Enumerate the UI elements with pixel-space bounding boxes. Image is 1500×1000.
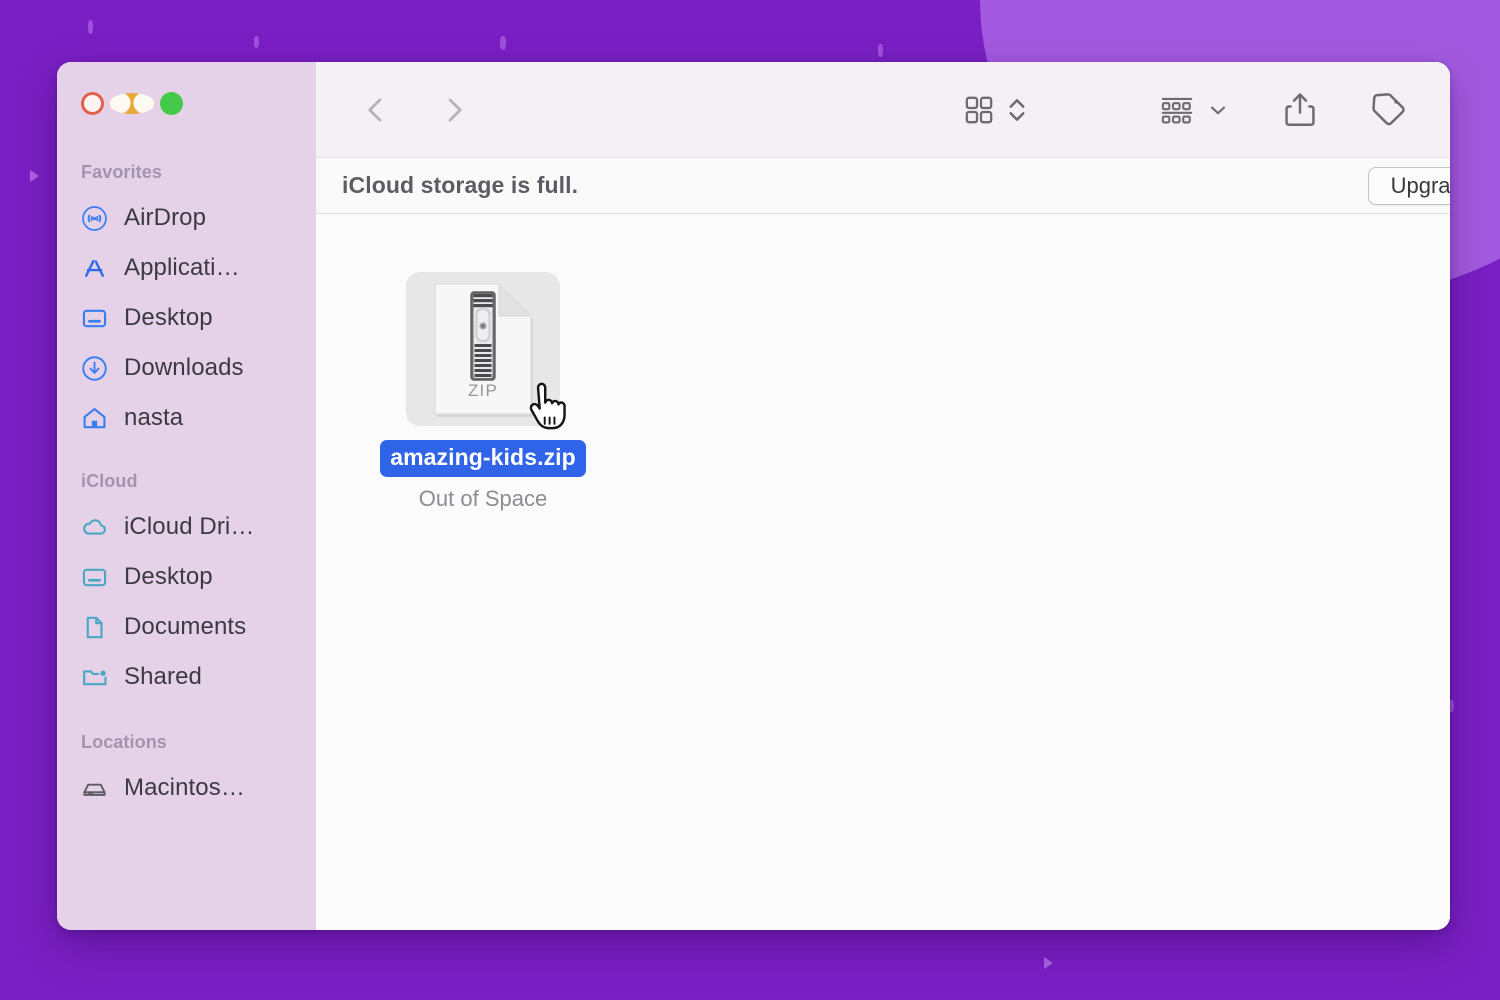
background-dot xyxy=(88,20,93,34)
background-dot xyxy=(500,36,506,50)
sidebar-item-icloud-documents[interactable]: Documents xyxy=(57,602,316,652)
sidebar-item-label: Macintos… xyxy=(124,774,245,801)
shared-folder-icon xyxy=(81,664,108,691)
home-icon xyxy=(81,405,108,432)
finder-window: Favorites AirDrop Applicati… Desktop Dow… xyxy=(57,62,1450,930)
icon-view-icon[interactable] xyxy=(962,93,996,127)
view-controls[interactable] xyxy=(962,93,1028,127)
desktop-icon xyxy=(81,564,108,591)
sidebar-item-label: AirDrop xyxy=(124,204,207,231)
sidebar-item-shared[interactable]: Shared xyxy=(57,652,316,702)
sidebar-item-label: Desktop xyxy=(124,563,213,590)
close-button[interactable] xyxy=(81,92,104,115)
zip-file-icon[interactable]: ZIP xyxy=(406,272,560,426)
sidebar-item-downloads[interactable]: Downloads xyxy=(57,343,316,393)
banner-message: iCloud storage is full. xyxy=(342,172,579,198)
sidebar-item-desktop[interactable]: Desktop xyxy=(57,293,316,343)
sidebar-item-label: Applicati… xyxy=(124,254,240,281)
background-triangle xyxy=(30,170,39,182)
group-by-icon[interactable] xyxy=(1158,93,1196,127)
applications-icon xyxy=(81,255,108,282)
upgrade-button[interactable]: Upgrade xyxy=(1367,166,1450,205)
sidebar-item-label: nasta xyxy=(124,404,184,431)
background-triangle xyxy=(1044,957,1053,969)
group-controls[interactable] xyxy=(1158,93,1230,127)
sidebar-item-label: Shared xyxy=(124,663,202,690)
maximize-button[interactable] xyxy=(160,92,183,115)
hard-drive-icon xyxy=(81,775,108,802)
sort-chevrons-icon[interactable] xyxy=(1006,93,1028,127)
icloud-storage-banner: iCloud storage is full. Upgrade xyxy=(316,158,1450,214)
sidebar-item-label: Desktop xyxy=(124,304,213,331)
sidebar-item-icloud-drive[interactable]: iCloud Dri… xyxy=(57,502,316,552)
background-dot xyxy=(254,36,259,48)
toolbar xyxy=(316,62,1450,158)
sidebar-item-label: Documents xyxy=(124,613,247,640)
downloads-icon xyxy=(81,355,108,382)
file-item[interactable]: ZIP amazing-kids.zip Out of Space xyxy=(380,272,586,512)
content-pane: iCloud storage is full. Upgrade xyxy=(316,62,1450,930)
file-status-label: Out of Space xyxy=(418,486,548,511)
sidebar-section-locations-title: Locations xyxy=(81,732,167,752)
document-icon xyxy=(81,614,108,641)
zip-badge-text: ZIP xyxy=(468,381,498,400)
sidebar-item-airdrop[interactable]: AirDrop xyxy=(57,193,316,243)
file-name-label[interactable]: amazing-kids.zip xyxy=(380,440,586,477)
sidebar-item-label: iCloud Dri… xyxy=(124,513,255,540)
cloud-icon xyxy=(81,514,108,541)
sidebar-item-label: Downloads xyxy=(124,354,244,381)
minimize-button[interactable] xyxy=(109,93,155,114)
sidebar: Favorites AirDrop Applicati… Desktop Dow… xyxy=(57,62,316,930)
sidebar-item-icloud-desktop[interactable]: Desktop xyxy=(57,552,316,602)
background-dot xyxy=(878,44,883,57)
sidebar-item-applications[interactable]: Applicati… xyxy=(57,243,316,293)
tag-icon[interactable] xyxy=(1368,91,1408,129)
airdrop-icon xyxy=(81,205,108,232)
chevron-down-icon[interactable] xyxy=(1206,98,1230,122)
sidebar-section-icloud-title: iCloud xyxy=(81,471,138,491)
sidebar-item-macintosh-hd[interactable]: Macintos… xyxy=(57,763,316,813)
window-controls xyxy=(81,92,183,115)
desktop-background: Favorites AirDrop Applicati… Desktop Dow… xyxy=(0,0,1500,1000)
sidebar-item-home[interactable]: nasta xyxy=(57,393,316,443)
sidebar-section-favorites-title: Favorites xyxy=(81,162,162,182)
sidebar-scroll-area: Favorites AirDrop Applicati… Desktop Dow… xyxy=(57,62,316,813)
toolbar-right-group xyxy=(962,62,1450,158)
back-button[interactable] xyxy=(350,84,402,136)
share-icon[interactable] xyxy=(1282,91,1318,129)
forward-button[interactable] xyxy=(428,84,480,136)
desktop-icon xyxy=(81,305,108,332)
file-browser-area[interactable]: ZIP amazing-kids.zip Out of Space xyxy=(316,214,1450,930)
